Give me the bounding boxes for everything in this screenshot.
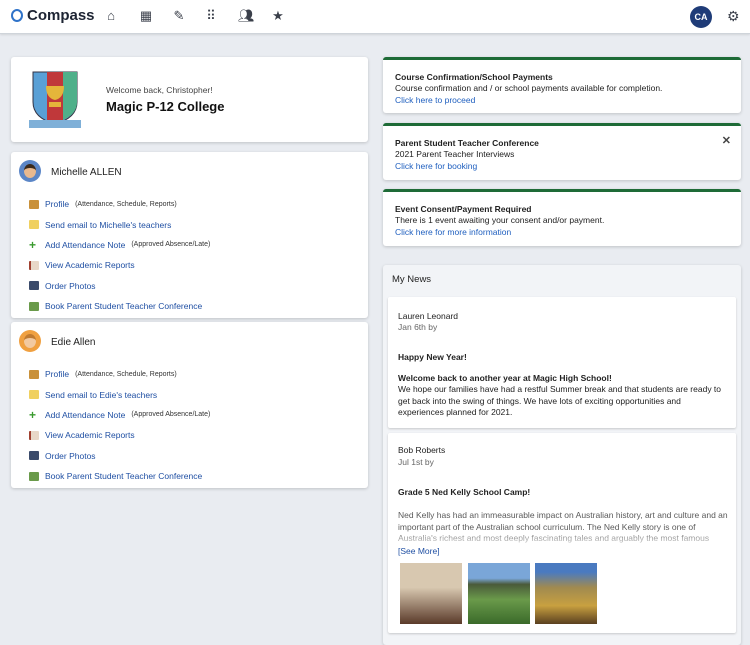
photo-icon	[29, 451, 39, 461]
conference-icon	[29, 301, 39, 311]
link-label[interactable]: Book Parent Student Teacher Conference	[45, 301, 202, 311]
attendance-note-link[interactable]: + Add Attendance Note (Approved Absence/La…	[29, 235, 210, 255]
alert-description: 2021 Parent Teacher Interviews	[395, 149, 515, 159]
alert-link[interactable]: Click here for booking	[395, 161, 477, 171]
compass-logo[interactable]: Compass	[11, 7, 95, 24]
email-teachers-link[interactable]: Send email to Michelle's teachers	[29, 214, 210, 234]
profile-link[interactable]: Profile (Attendance, Schedule, Reports)	[29, 364, 210, 384]
envelope-icon	[29, 390, 39, 400]
welcome-text: Welcome back, Christopher!	[106, 85, 213, 95]
email-teachers-link[interactable]: Send email to Edie's teachers	[29, 384, 210, 404]
student-card: Edie Allen Profile (Attendance, Schedule,…	[11, 322, 368, 488]
news-title: My News	[392, 274, 432, 285]
link-label[interactable]: Send email to Michelle's teachers	[45, 220, 171, 230]
link-label[interactable]: Book Parent Student Teacher Conference	[45, 471, 202, 481]
news-photo[interactable]	[400, 563, 462, 624]
close-icon[interactable]: ✕	[722, 134, 731, 147]
link-label[interactable]: Add Attendance Note	[45, 410, 125, 420]
link-label[interactable]: Profile	[45, 199, 69, 209]
calendar-icon[interactable]: ▦	[139, 9, 153, 23]
news-photo[interactable]	[535, 563, 597, 624]
envelope-icon	[29, 220, 39, 230]
news-photo[interactable]	[468, 563, 530, 624]
school-crest-icon	[29, 71, 81, 128]
top-bar: Compass ⌂ ▦ ✎ ⠿ 👥︎ ★ CA ⚙	[0, 0, 750, 34]
plus-icon: +	[29, 407, 37, 422]
attendance-note-link[interactable]: + Add Attendance Note (Approved Absence/La…	[29, 405, 210, 425]
news-subhead: Welcome back to another year at Magic Hi…	[398, 373, 612, 383]
student-avatar	[19, 160, 41, 182]
link-label[interactable]: View Academic Reports	[45, 260, 135, 270]
alert-card: Event Consent/Payment Required There is …	[383, 189, 741, 246]
alert-description: There is 1 event awaiting your consent a…	[395, 215, 605, 225]
student-card: Michelle ALLEN Profile (Attendance, Sched…	[11, 152, 368, 318]
alert-card: Course Confirmation/School Payments Cour…	[383, 57, 741, 113]
home-icon[interactable]: ⌂	[104, 9, 118, 23]
profile-link[interactable]: Profile (Attendance, Schedule, Reports)	[29, 194, 210, 214]
school-name: Magic P-12 College	[106, 99, 225, 114]
news-item: Bob Roberts Jul 1st by Grade 5 Ned Kelly…	[388, 433, 736, 633]
see-more-link[interactable]: [See More]	[398, 546, 728, 558]
link-note: (Approved Absence/Late)	[131, 241, 211, 249]
news-author: Bob Roberts	[398, 445, 446, 455]
link-label[interactable]: Profile	[45, 369, 69, 379]
alert-link[interactable]: Click here to proceed	[395, 95, 475, 105]
people-icon[interactable]: 👥︎	[238, 9, 255, 23]
alert-link[interactable]: Click here for more information	[395, 227, 511, 237]
photo-icon	[29, 281, 39, 291]
link-note: (Attendance, Schedule, Reports)	[75, 200, 177, 208]
student-name: Michelle ALLEN	[51, 167, 122, 178]
profile-icon	[29, 369, 39, 379]
stopwatch-icon	[11, 9, 23, 22]
pencil-icon[interactable]: ✎	[172, 9, 186, 23]
gear-icon[interactable]: ⚙	[727, 8, 740, 25]
link-label[interactable]: Add Attendance Note	[45, 240, 125, 250]
news-author: Lauren Leonard	[398, 311, 459, 321]
news-item: Lauren Leonard Jan 6th by Happy New Year…	[388, 297, 736, 428]
student-avatar	[19, 330, 41, 352]
link-label[interactable]: View Academic Reports	[45, 430, 135, 440]
student-name: Edie Allen	[51, 337, 96, 348]
news-date: Jul 1st by	[398, 457, 434, 467]
alert-card: Parent Student Teacher Conference 2021 P…	[383, 123, 741, 180]
news-headline: Happy New Year!	[398, 352, 467, 362]
link-note: (Attendance, Schedule, Reports)	[75, 370, 177, 378]
news-headline: Grade 5 Ned Kelly School Camp!	[398, 487, 531, 497]
apps-grid-icon[interactable]: ⠿	[204, 9, 218, 23]
profile-icon	[29, 199, 39, 209]
alert-description: Course confirmation and / or school paym…	[395, 83, 663, 93]
order-photos-link[interactable]: Order Photos	[29, 446, 210, 466]
link-label[interactable]: Order Photos	[45, 451, 96, 461]
news-body: Ned Kelly has had an immeasurable impact…	[398, 510, 728, 543]
book-conference-link[interactable]: Book Parent Student Teacher Conference	[29, 466, 210, 486]
conference-icon	[29, 471, 39, 481]
news-body: We hope our families have had a restful …	[398, 384, 722, 417]
news-date: Jan 6th by	[398, 322, 438, 332]
school-card: Welcome back, Christopher! Magic P-12 Co…	[11, 57, 368, 142]
link-note: (Approved Absence/Late)	[131, 411, 211, 419]
academic-reports-link[interactable]: View Academic Reports	[29, 425, 210, 445]
order-photos-link[interactable]: Order Photos	[29, 276, 210, 296]
news-panel: My News Lauren Leonard Jan 6th by Happy …	[383, 265, 741, 645]
report-icon	[29, 430, 39, 440]
academic-reports-link[interactable]: View Academic Reports	[29, 255, 210, 275]
star-icon[interactable]: ★	[271, 9, 285, 23]
book-conference-link[interactable]: Book Parent Student Teacher Conference	[29, 296, 210, 316]
user-avatar[interactable]: CA	[690, 6, 712, 28]
link-label[interactable]: Order Photos	[45, 281, 96, 291]
report-icon	[29, 260, 39, 270]
brand-name: Compass	[27, 7, 95, 24]
alert-title: Event Consent/Payment Required	[395, 204, 532, 214]
plus-icon: +	[29, 237, 37, 252]
alert-title: Parent Student Teacher Conference	[395, 138, 539, 148]
link-label[interactable]: Send email to Edie's teachers	[45, 390, 157, 400]
alert-title: Course Confirmation/School Payments	[395, 72, 553, 82]
